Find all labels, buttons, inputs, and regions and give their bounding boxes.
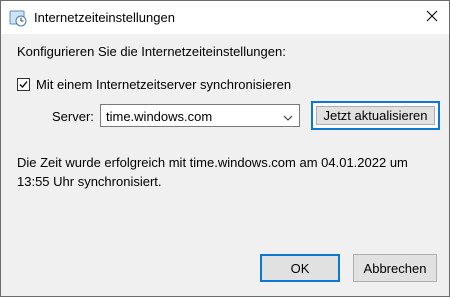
sync-status-text: Die Zeit wurde erfolgreich mit time.wind… [17,155,408,189]
ok-label: OK [290,260,310,276]
clock-globe-icon [9,9,27,27]
server-value: time.windows.com [106,109,213,124]
window-title: Internetzeiteinstellungen [34,10,175,25]
close-button[interactable] [415,1,449,34]
ok-button[interactable]: OK [260,254,340,282]
sync-checkbox[interactable] [17,78,30,91]
close-icon [426,10,438,25]
dialog-window: Internetzeiteinstellungen Konfigurieren … [0,0,450,297]
cancel-button[interactable]: Abbrechen [353,254,437,282]
sync-checkbox-label: Mit einem Internetzeitserver synchronisi… [36,77,292,92]
server-label: Server: [52,109,94,124]
update-now-label: Jetzt aktualisieren [323,108,428,123]
chevron-down-icon[interactable] [283,111,293,121]
server-combobox[interactable]: time.windows.com [100,104,300,127]
cancel-label: Abbrechen [363,260,427,276]
title-bar[interactable]: Internetzeiteinstellungen [1,1,449,34]
update-now-button[interactable]: Jetzt aktualisieren [311,101,440,130]
settings-heading: Konfigurieren Sie die Internetzeiteinste… [17,44,286,59]
dialog-content: Konfigurieren Sie die Internetzeiteinste… [1,34,449,296]
sync-checkbox-row[interactable]: Mit einem Internetzeitserver synchronisi… [17,77,291,92]
